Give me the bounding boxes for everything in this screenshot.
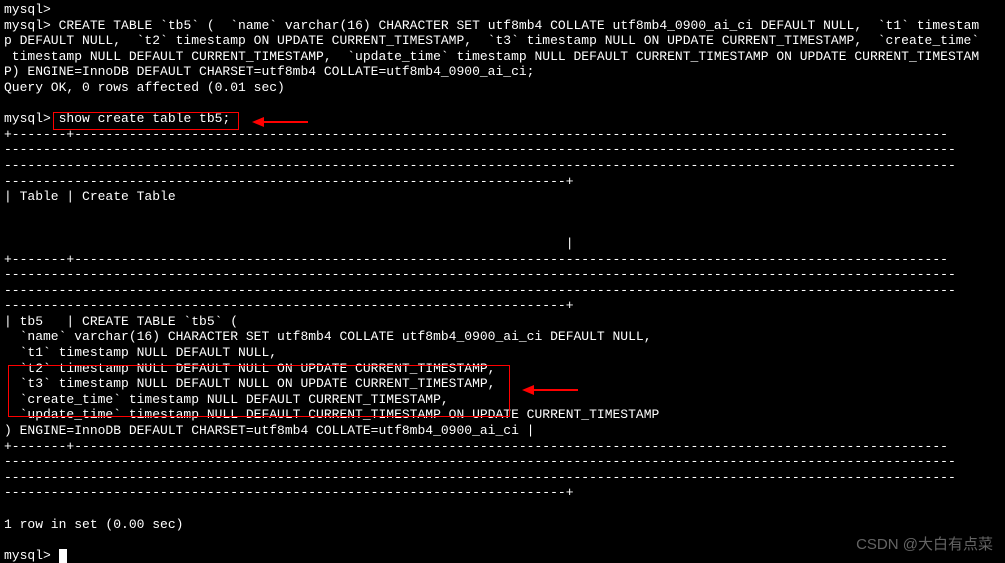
table-header: | Table | Create Table	[4, 189, 1001, 205]
blank-line	[4, 205, 1001, 221]
result-row: `t2` timestamp NULL DEFAULT NULL ON UPDA…	[4, 361, 1001, 377]
table-border: +-------+-------------------------------…	[4, 252, 1001, 268]
result-row: `update_time` timestamp NULL DEFAULT CUR…	[4, 407, 1001, 423]
table-border: ----------------------------------------…	[4, 454, 1001, 470]
prompt-cursor[interactable]: mysql>	[4, 548, 1001, 563]
blank-line	[4, 501, 1001, 517]
blank-line	[4, 532, 1001, 548]
create-stmt: mysql> CREATE TABLE `tb5` ( `name` varch…	[4, 18, 1001, 34]
table-border: ----------------------------------------…	[4, 142, 1001, 158]
result-row: | tb5 | CREATE TABLE `tb5` (	[4, 314, 1001, 330]
table-border: ----------------------------------------…	[4, 267, 1001, 283]
cursor-icon	[59, 549, 67, 563]
table-border: ----------------------------------------…	[4, 485, 1001, 501]
prompt-line: mysql>	[4, 2, 1001, 18]
arrow-icon	[520, 380, 580, 400]
query-ok: Query OK, 0 rows affected (0.01 sec)	[4, 80, 1001, 96]
result-row: `name` varchar(16) CHARACTER SET utf8mb4…	[4, 329, 1001, 345]
result-row: `create_time` timestamp NULL DEFAULT CUR…	[4, 392, 1001, 408]
blank-line	[4, 220, 1001, 236]
create-stmt-cont: p DEFAULT NULL, `t2` timestamp ON UPDATE…	[4, 33, 1001, 49]
table-border: ----------------------------------------…	[4, 298, 1001, 314]
table-border: ----------------------------------------…	[4, 158, 1001, 174]
create-stmt-cont: timestamp NULL DEFAULT CURRENT_TIMESTAMP…	[4, 49, 1001, 65]
table-border: ----------------------------------------…	[4, 470, 1001, 486]
arrow-icon	[250, 112, 310, 132]
table-border: +-------+-------------------------------…	[4, 439, 1001, 455]
result-row: ) ENGINE=InnoDB DEFAULT CHARSET=utf8mb4 …	[4, 423, 1001, 439]
table-border: +-------+-------------------------------…	[4, 127, 1001, 143]
create-stmt-cont: P) ENGINE=InnoDB DEFAULT CHARSET=utf8mb4…	[4, 64, 1001, 80]
rows-set: 1 row in set (0.00 sec)	[4, 517, 1001, 533]
show-cmd-line[interactable]: mysql> show create table tb5;	[4, 111, 1001, 127]
table-border: ----------------------------------------…	[4, 283, 1001, 299]
blank-line	[4, 96, 1001, 112]
result-row: `t1` timestamp NULL DEFAULT NULL,	[4, 345, 1001, 361]
result-row: `t3` timestamp NULL DEFAULT NULL ON UPDA…	[4, 376, 1001, 392]
table-header-end: |	[4, 236, 1001, 252]
table-border: ----------------------------------------…	[4, 174, 1001, 190]
watermark: CSDN @大白有点菜	[856, 536, 993, 554]
